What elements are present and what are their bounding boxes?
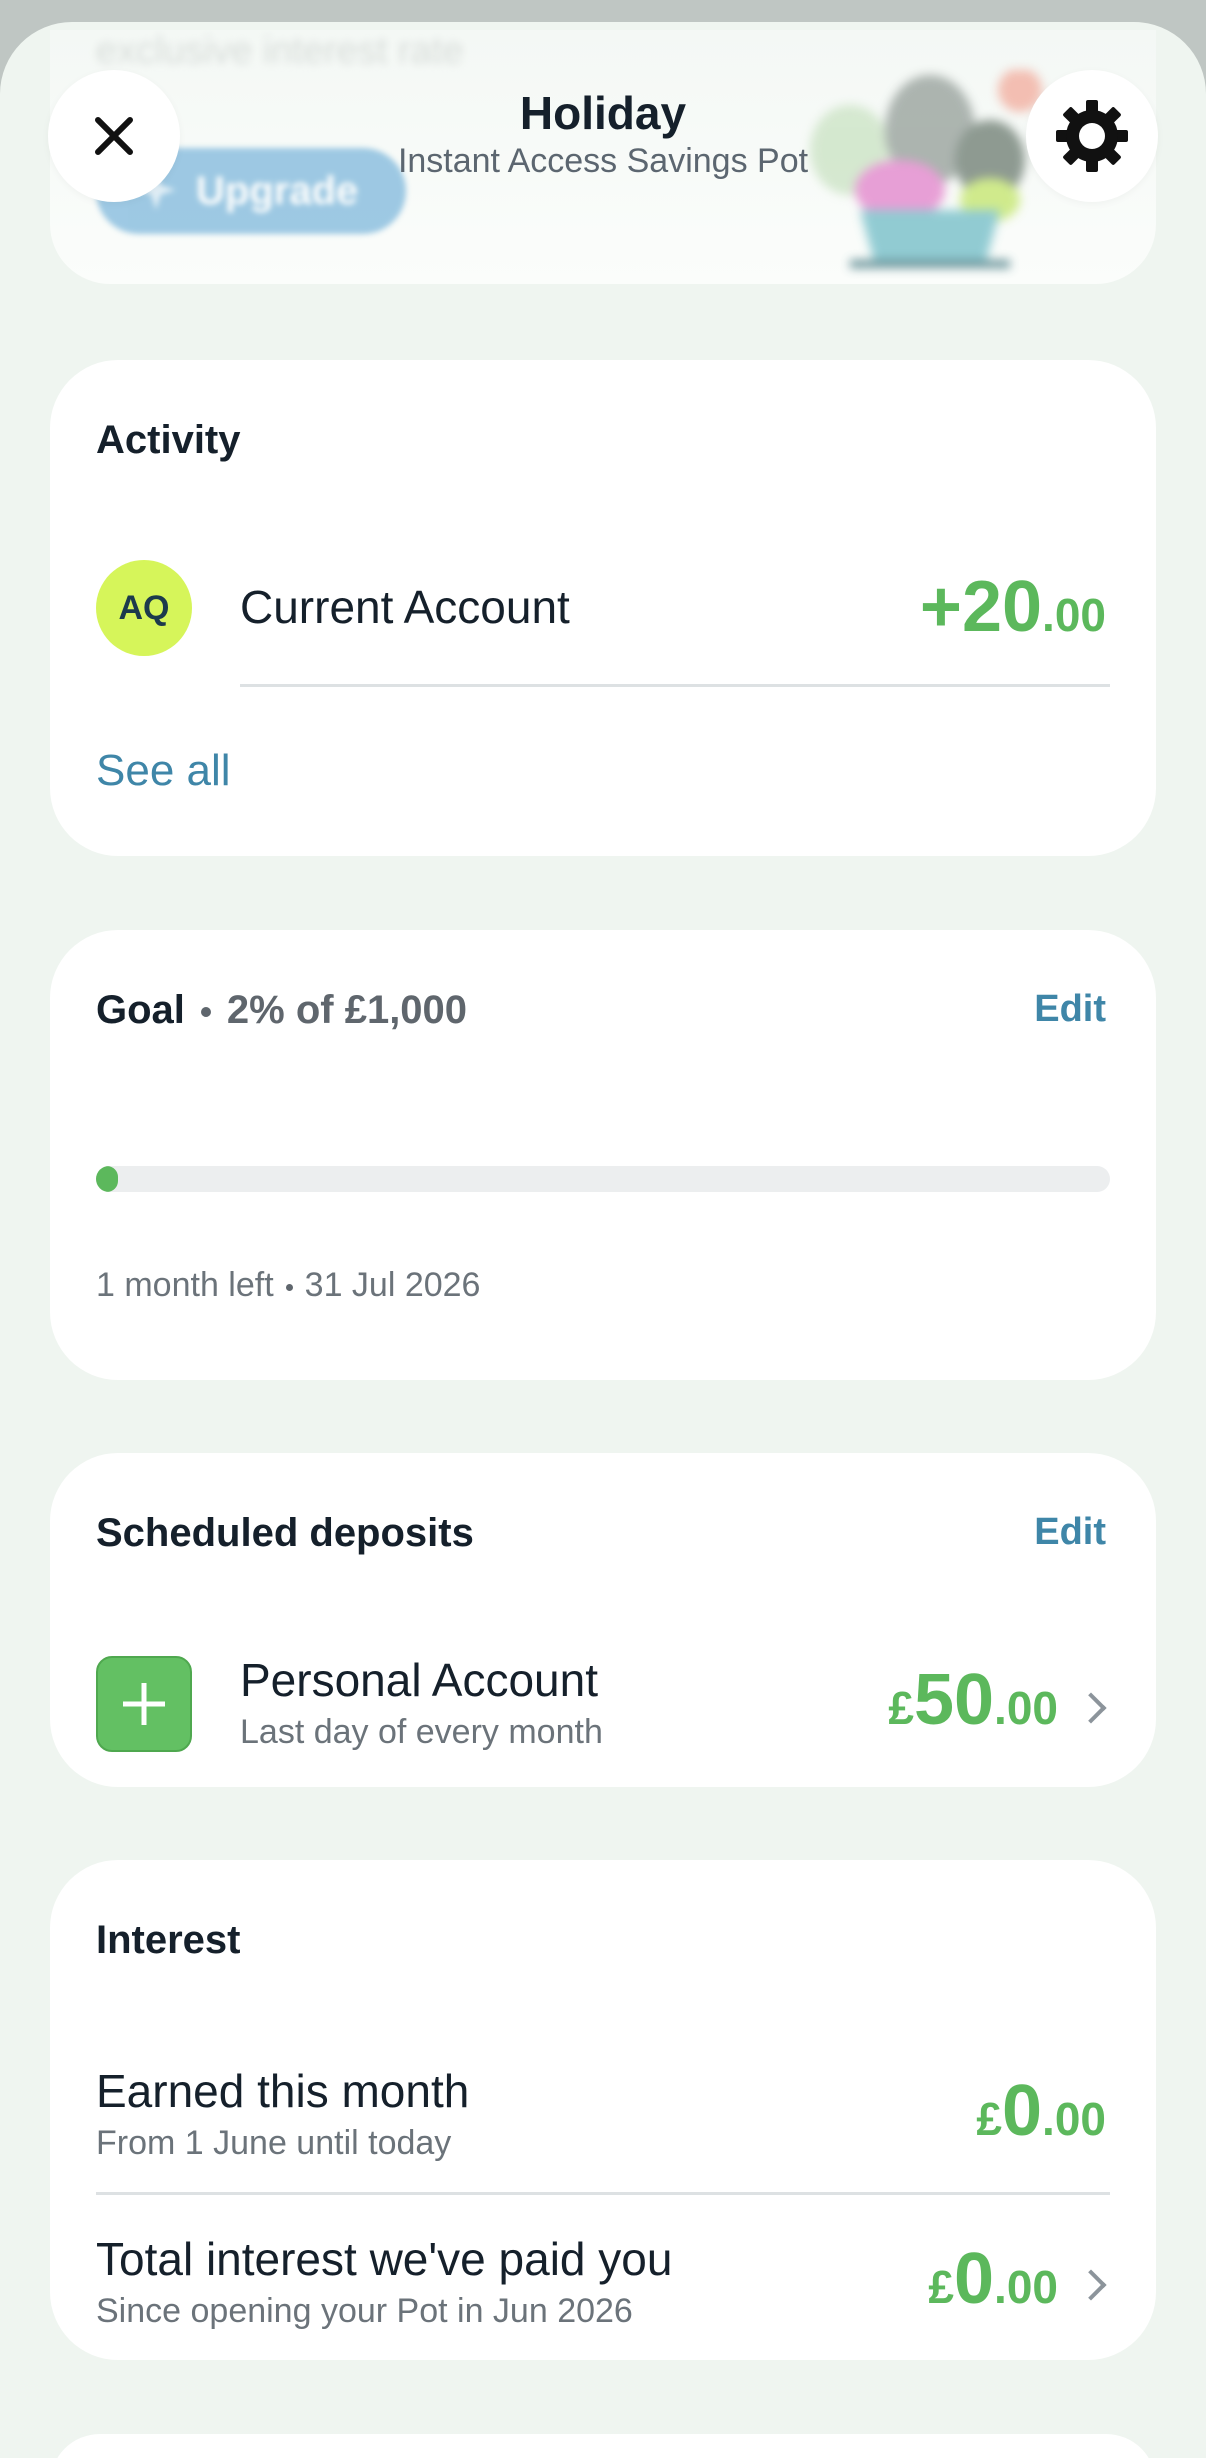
goal-card: Goal 2% of £1,000 Edit 1 month left 31 Jul… <box>50 930 1156 1380</box>
gear-icon <box>1056 100 1128 172</box>
earned-amount: £0.00 <box>976 2071 1106 2151</box>
divider <box>240 684 1110 687</box>
see-all-link[interactable]: See all <box>96 746 231 796</box>
separator-dot <box>285 1283 293 1291</box>
activity-title: Activity <box>96 418 241 462</box>
goal-progress-fill <box>96 1166 118 1192</box>
goal-title: Goal <box>96 988 185 1032</box>
goal-progress-bar <box>96 1166 1110 1192</box>
scheduled-edit-link[interactable]: Edit <box>1034 1511 1106 1554</box>
scheduled-title: Scheduled deposits <box>96 1511 474 1555</box>
separator-dot <box>200 1007 211 1018</box>
avatar: AQ <box>96 560 192 656</box>
chevron-right-icon <box>1075 2269 1107 2301</box>
scheduled-deposits-card: Scheduled deposits Edit Personal Account… <box>50 1453 1156 1787</box>
next-card <box>50 2434 1156 2458</box>
settings-button[interactable] <box>1026 70 1158 202</box>
total-interest-amount: £0.00 <box>928 2239 1058 2319</box>
activity-label: Current Account <box>240 581 570 633</box>
goal-edit-link[interactable]: Edit <box>1034 988 1106 1031</box>
interest-card: Interest Earned this month From 1 June u… <box>50 1860 1156 2360</box>
earned-sub: From 1 June until today <box>96 2124 452 2162</box>
goal-date: 31 Jul 2026 <box>304 1266 481 1304</box>
chevron-right-icon <box>1075 1692 1107 1724</box>
activity-amount: +20.00 <box>919 567 1106 647</box>
page-subtitle: Instant Access Savings Pot <box>397 142 809 180</box>
deposit-frequency: Last day of every month <box>240 1713 603 1751</box>
divider <box>96 2192 1110 2195</box>
goal-summary: 2% of £1,000 <box>226 988 468 1032</box>
activity-card: Activity AQ Current Account +20.00 See a… <box>50 360 1156 856</box>
goal-deadline: 1 month left 31 Jul 2026 <box>96 1266 480 1305</box>
goal-header: Goal 2% of £1,000 <box>96 988 467 1033</box>
goal-time-left: 1 month left <box>96 1266 274 1304</box>
deposit-amount: £50.00 <box>888 1660 1058 1740</box>
deposit-account-label: Personal Account <box>240 1654 599 1706</box>
total-interest-label: Total interest we've paid you <box>96 2233 673 2285</box>
promo-text: exclusive interest rate <box>96 30 464 72</box>
interest-title: Interest <box>96 1918 241 1962</box>
total-interest-sub: Since opening your Pot in Jun 2026 <box>96 2292 633 2330</box>
earned-label: Earned this month <box>96 2065 470 2117</box>
plus-icon <box>96 1656 192 1752</box>
